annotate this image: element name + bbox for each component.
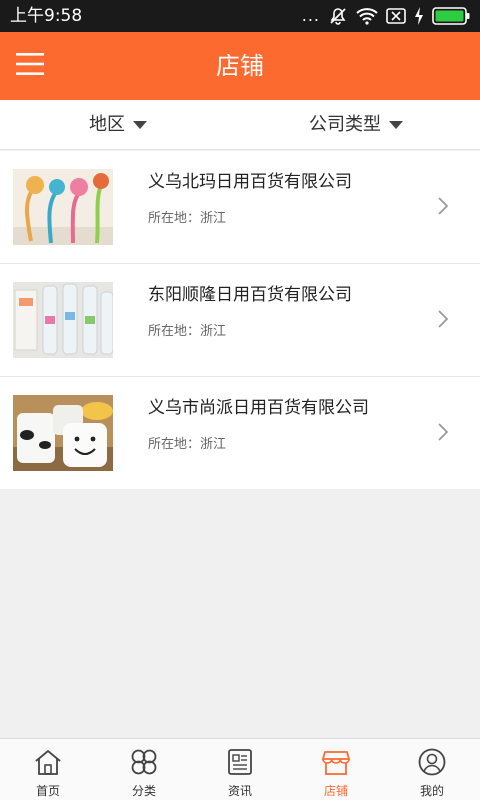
charging-icon (414, 7, 424, 25)
shop-item[interactable]: 东阳顺隆日用百货有限公司 所在地：浙江 (0, 264, 480, 377)
page-title: 店铺 (216, 52, 264, 80)
shop-list: 义乌北玛日用百货有限公司 所在地：浙江 东阳顺隆日用百货有限公司 所在地：浙江 (0, 151, 480, 489)
tab-label: 资讯 (227, 784, 252, 798)
company-type-filter[interactable]: 公司类型 (309, 100, 403, 150)
region-filter-label: 地区 (89, 114, 125, 135)
battery-icon (432, 7, 470, 25)
home-icon (33, 748, 63, 780)
chevron-right-icon (438, 310, 449, 332)
shop-location: 所在地：浙江 (148, 437, 227, 452)
tab-category[interactable]: 分类 (96, 739, 192, 800)
shop-thumbnail (13, 169, 113, 245)
region-filter[interactable]: 地区 (89, 100, 147, 150)
tab-shops[interactable]: 店铺 (288, 739, 384, 800)
bottom-tab-bar: 首页 分类 资讯 店铺 我的 (0, 738, 480, 800)
news-icon (225, 748, 255, 780)
notification-dots: ... (301, 6, 320, 25)
mute-icon (328, 6, 348, 26)
shop-location: 所在地：浙江 (148, 211, 227, 226)
tab-label: 首页 (35, 784, 60, 798)
clover-icon (129, 748, 159, 780)
shop-name: 义乌市尚派日用百货有限公司 (148, 398, 369, 418)
shop-name: 东阳顺隆日用百货有限公司 (148, 285, 352, 305)
shop-name: 义乌北玛日用百货有限公司 (148, 172, 352, 192)
shop-location: 所在地：浙江 (148, 324, 227, 339)
filter-bar: 地区 公司类型 (0, 100, 480, 150)
shop-item[interactable]: 义乌市尚派日用百货有限公司 所在地：浙江 (0, 377, 480, 489)
tab-home[interactable]: 首页 (0, 739, 96, 800)
status-icons: ... (302, 4, 470, 28)
chevron-right-icon (438, 197, 449, 219)
status-time: 上午9:58 (10, 6, 83, 26)
tab-label: 店铺 (323, 784, 348, 798)
company-type-filter-label: 公司类型 (309, 114, 381, 135)
tab-mine[interactable]: 我的 (384, 739, 480, 800)
caret-down-icon (133, 121, 147, 129)
shop-item[interactable]: 义乌北玛日用百货有限公司 所在地：浙江 (0, 151, 480, 264)
shop-icon (321, 748, 351, 780)
chevron-right-icon (438, 423, 449, 445)
tab-label: 我的 (419, 784, 444, 798)
sim-card-icon (386, 8, 406, 24)
user-icon (417, 748, 447, 780)
tab-label: 分类 (131, 784, 156, 798)
shop-thumbnail (13, 282, 113, 358)
app-bar: 店铺 (0, 32, 480, 100)
shop-thumbnail (13, 395, 113, 471)
status-bar: 上午9:58 ... (0, 0, 480, 32)
caret-down-icon (389, 121, 403, 129)
tab-news[interactable]: 资讯 (192, 739, 288, 800)
wifi-icon (356, 7, 378, 25)
